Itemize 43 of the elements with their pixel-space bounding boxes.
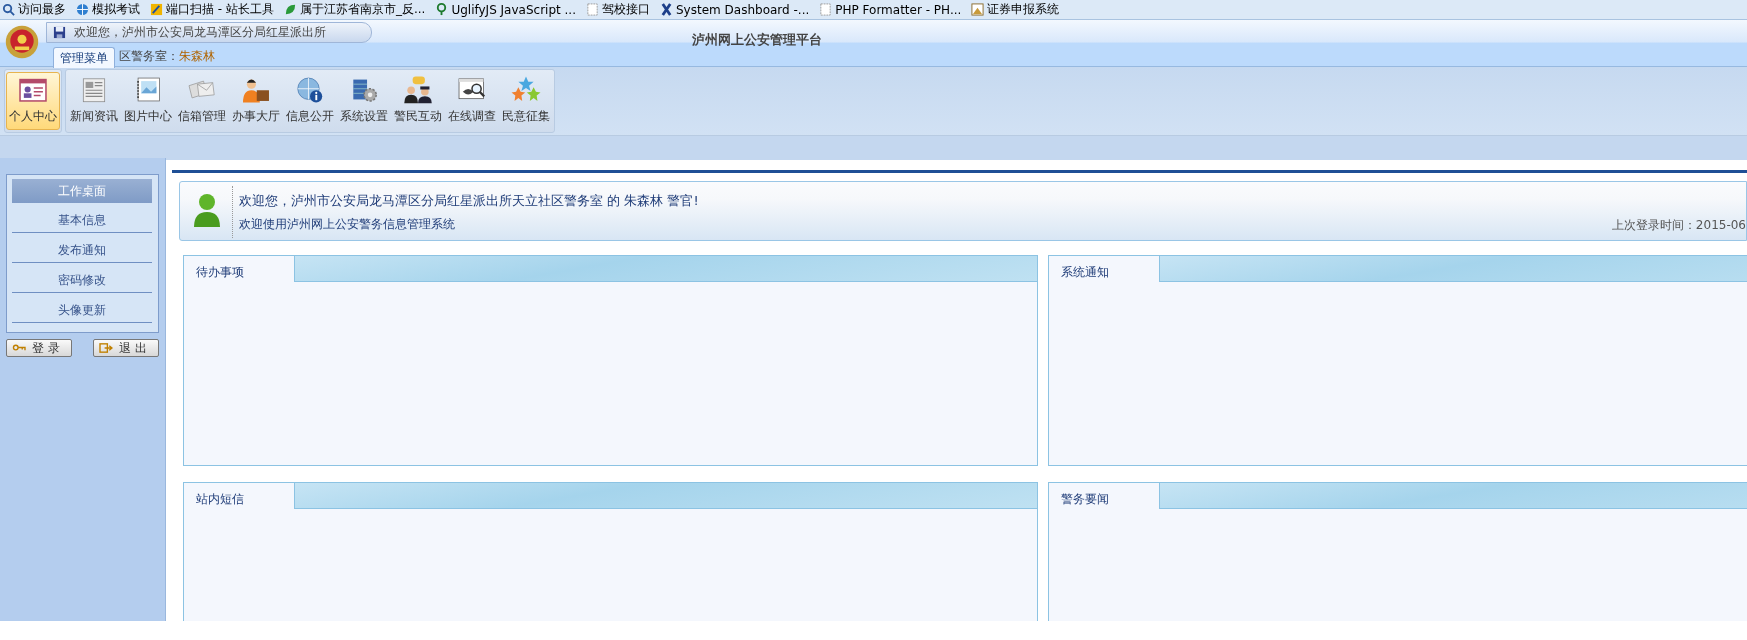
toolbar-button[interactable]: 警民互动	[391, 72, 445, 130]
toolbar-button[interactable]: 办事大厅	[229, 72, 283, 130]
bookmark-link[interactable]: 端口扫描 - 站长工具	[150, 1, 274, 18]
sidebar-item[interactable]: 基本信息	[12, 208, 152, 233]
bookmark-link[interactable]: 访问最多	[2, 1, 66, 18]
logout-button[interactable]: 退 出	[93, 339, 159, 357]
bookmark-link[interactable]: PHP Formatter - PH...	[819, 2, 962, 17]
toolbar-button[interactable]: 个人中心	[6, 72, 60, 130]
toolbar-button[interactable]: 信箱管理	[175, 72, 229, 130]
toolbar-button[interactable]: 图片中心	[121, 72, 175, 130]
leaf-icon	[283, 3, 297, 16]
exit-arrow-icon	[99, 342, 113, 354]
login-button[interactable]: 登 录	[6, 339, 72, 357]
toolbar-button[interactable]: 系统设置	[337, 72, 391, 130]
user-avatar-icon	[192, 192, 222, 228]
toolbar-button[interactable]: 信息公开	[283, 72, 337, 130]
office-text: 区警务室：	[119, 48, 179, 65]
toolbar-button[interactable]: 民意征集	[499, 72, 553, 130]
welcome-subtitle: 欢迎使用泸州网上公安警务信息管理系统	[239, 216, 456, 233]
bookmark-link[interactable]: 模拟考试	[76, 1, 140, 18]
bookmark-link[interactable]: 驾校接口	[586, 1, 650, 18]
menu-tab[interactable]: 管理菜单	[53, 47, 115, 68]
welcome-message: 欢迎您，泸州市公安局龙马潭区分局红星派出所天立社区警务室 的 朱森林 警官!	[239, 192, 699, 210]
sidebar-item[interactable]: 发布通知	[12, 238, 152, 263]
toolbar-button[interactable]: 新闻资讯	[67, 72, 121, 130]
bookmark-link[interactable]: 证券申报系统	[971, 1, 1060, 18]
picture-frame-icon	[971, 3, 985, 16]
officer-name: 朱森林	[179, 48, 215, 65]
blank-page-icon	[586, 3, 599, 16]
bookmark-link[interactable]: System Dashboard -...	[660, 2, 810, 17]
sidebar-item[interactable]: 头像更新	[12, 298, 152, 323]
toolbar-button[interactable]: 在线调查	[445, 72, 499, 130]
emblem-icon	[4, 24, 40, 60]
greeting-text: 欢迎您，泸州市公安局龙马潭区分局红星派出所	[74, 24, 326, 41]
magnifier-icon	[2, 3, 15, 16]
bookmark-link[interactable]: UglifyJS JavaScript ...	[435, 2, 576, 17]
globe-icon	[76, 3, 89, 16]
people-chat-icon	[401, 75, 435, 104]
bookmark-link[interactable]: 属于江苏省南京市_反...	[283, 1, 426, 18]
site-title: 泸州网上公安管理平台	[692, 31, 822, 49]
last-login-text: 上次登录时间：2015-06	[1611, 217, 1746, 234]
blank-page-icon	[819, 3, 833, 16]
sidebar-item[interactable]: 密码修改	[12, 268, 152, 293]
